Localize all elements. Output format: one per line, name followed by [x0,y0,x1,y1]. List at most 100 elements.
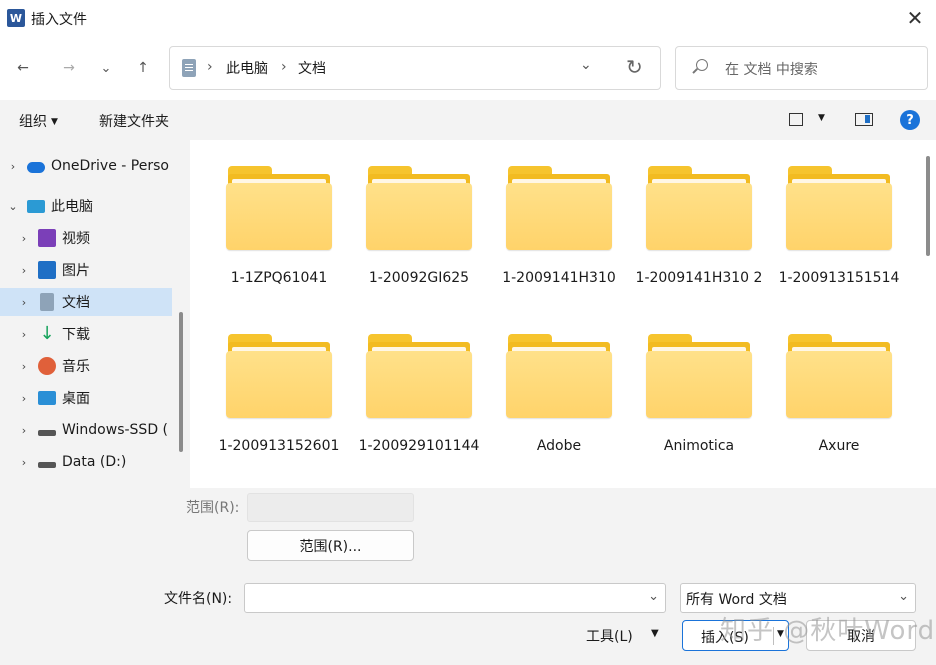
file-type-select[interactable]: 所有 Word 文档 ⌄ [680,583,916,613]
folder-name: 1-2009141H310 2 [635,270,763,286]
word-app-icon: W [7,9,25,27]
chevron-right-icon[interactable]: › [18,232,30,245]
folder-item[interactable]: 1-2009141H310 [494,166,624,288]
folder-icon [506,166,612,250]
refresh-icon[interactable]: ↻ [626,55,643,79]
chevron-down-icon[interactable]: ⌄ [7,200,19,213]
folder-icon [226,334,332,418]
back-button[interactable]: ← [9,54,37,82]
chevron-down-icon: ▼ [51,117,58,127]
breadcrumb-documents[interactable]: 文档 [298,58,326,78]
folder-item[interactable]: Axure [774,334,904,456]
folder-icon [786,166,892,250]
organize-button[interactable]: 组织 ▼ [19,111,58,131]
address-bar[interactable]: › 此电脑 › 文档 ⌄ ↻ [169,46,661,90]
sidebar-item-label: Data (D:) [62,454,127,470]
up-button[interactable]: ↑ [129,54,157,82]
range-button[interactable]: 范围(R)... [247,530,414,561]
range-label: 范围(R): [186,500,240,516]
forward-button[interactable]: → [55,54,83,82]
downloads-icon: ↓ [39,323,55,344]
sidebar-item-desktop[interactable]: › 桌面 [0,384,172,412]
folder-item[interactable]: 1-200913151514 [774,166,904,288]
address-dropdown-icon[interactable]: ⌄ [580,57,592,73]
search-input[interactable]: 在 文档 中搜索 [725,59,818,79]
windows-drive-icon [38,430,56,436]
navigation-bar: ← → ⌄ ↑ › 此电脑 › 文档 ⌄ ↻ 在 文档 中搜索 [0,36,936,100]
sidebar-item-label: 图片 [62,263,90,279]
chevron-right-icon[interactable]: › [18,264,30,277]
sidebar-item-label: Windows-SSD ( [62,422,169,438]
help-icon[interactable]: ? [900,110,920,130]
close-button[interactable]: ✕ [900,4,930,32]
chevron-right-icon[interactable]: › [18,328,30,341]
folder-item[interactable]: 1-1ZPQ61041 [214,166,344,288]
chevron-down-icon[interactable]: ▼ [651,628,659,639]
sidebar-item-this-pc[interactable]: ⌄ 此电脑 [0,192,172,220]
folder-item[interactable]: Adobe [494,334,624,456]
sidebar-item-data-d[interactable]: › Data (D:) [0,448,172,476]
sidebar-item-label: 音乐 [62,359,90,375]
chevron-right-icon[interactable]: › [18,360,30,373]
chevron-down-icon[interactable]: ⌄ [648,589,659,604]
desktop-icon [38,391,56,405]
folder-name: Animotica [663,438,735,454]
view-mode-icon[interactable] [789,113,803,126]
preview-pane-icon[interactable] [855,113,873,126]
folder-name: 1-200913151514 [778,270,900,286]
sidebar-item-music[interactable]: › 音乐 [0,352,172,380]
music-icon [38,357,56,375]
sidebar-scrollbar[interactable] [179,312,183,452]
videos-icon [38,229,56,247]
file-list-scrollbar[interactable] [926,156,930,256]
folder-item[interactable]: 1-200929101144 [354,334,484,456]
folder-name: 1-1ZPQ61041 [230,270,328,286]
folder-icon [506,334,612,418]
range-input [247,493,414,522]
folder-item[interactable]: 1-2009141H310 2 [634,166,764,288]
title-bar: W 插入文件 ✕ [0,0,936,36]
watermark: 知乎 @秋叶Word [720,616,936,646]
range-panel: 范围(R): 范围(R)... [0,488,936,568]
filename-label: 文件名(N): [164,591,233,607]
chevron-right-icon[interactable]: › [18,392,30,405]
breadcrumb-this-pc[interactable]: 此电脑 [226,58,268,78]
sidebar-item-windows-ssd[interactable]: › Windows-SSD ( [0,416,172,444]
folder-icon [226,166,332,250]
sidebar-item-onedrive[interactable]: › OneDrive - Perso [0,152,172,180]
folder-item[interactable]: Animotica [634,334,764,456]
sidebar-item-videos[interactable]: › 视频 [0,224,172,252]
folder-name: 1-2009141H310 [502,270,616,286]
recent-locations-button[interactable]: ⌄ [92,54,120,82]
chevron-down-icon: ⌄ [898,589,909,604]
chevron-right-icon[interactable]: › [7,160,19,173]
folder-icon [786,334,892,418]
filename-field[interactable]: ⌄ [244,583,666,613]
sidebar-item-documents[interactable]: › 文档 [0,288,172,316]
chevron-right-icon[interactable]: › [18,296,30,309]
navigation-pane: › OneDrive - Perso ⌄ 此电脑 › 视频 › 图片 › 文档 … [0,140,190,488]
breadcrumb-separator-icon: › [207,59,213,75]
chevron-right-icon[interactable]: › [18,424,30,437]
tools-button[interactable]: 工具(L) [586,626,633,646]
folder-icon [366,166,472,250]
folder-item[interactable]: 1-200913152601 [214,334,344,456]
folder-name: 1-20092GI625 [368,270,470,286]
search-box[interactable]: 在 文档 中搜索 [675,46,928,90]
sidebar-item-downloads[interactable]: › ↓ 下载 [0,320,172,348]
pictures-icon [38,261,56,279]
folder-name: 1-200929101144 [358,438,480,454]
sidebar-item-pictures[interactable]: › 图片 [0,256,172,284]
drive-icon [38,462,56,468]
organize-label: 组织 [19,114,47,130]
dialog-footer: 文件名(N): ⌄ 所有 Word 文档 ⌄ 工具(L) ▼ 插入(S) ▼ 取… [0,568,936,665]
computer-icon [27,199,45,213]
sidebar-item-label: 文档 [62,295,90,311]
folder-item[interactable]: 1-20092GI625 [354,166,484,288]
command-bar: 组织 ▼ 新建文件夹 ▼ ? [0,100,936,140]
folder-name: Axure [818,438,860,454]
breadcrumb-separator-icon: › [281,59,287,75]
new-folder-button[interactable]: 新建文件夹 [99,111,169,131]
chevron-down-icon[interactable]: ▼ [818,113,825,123]
chevron-right-icon[interactable]: › [18,456,30,469]
